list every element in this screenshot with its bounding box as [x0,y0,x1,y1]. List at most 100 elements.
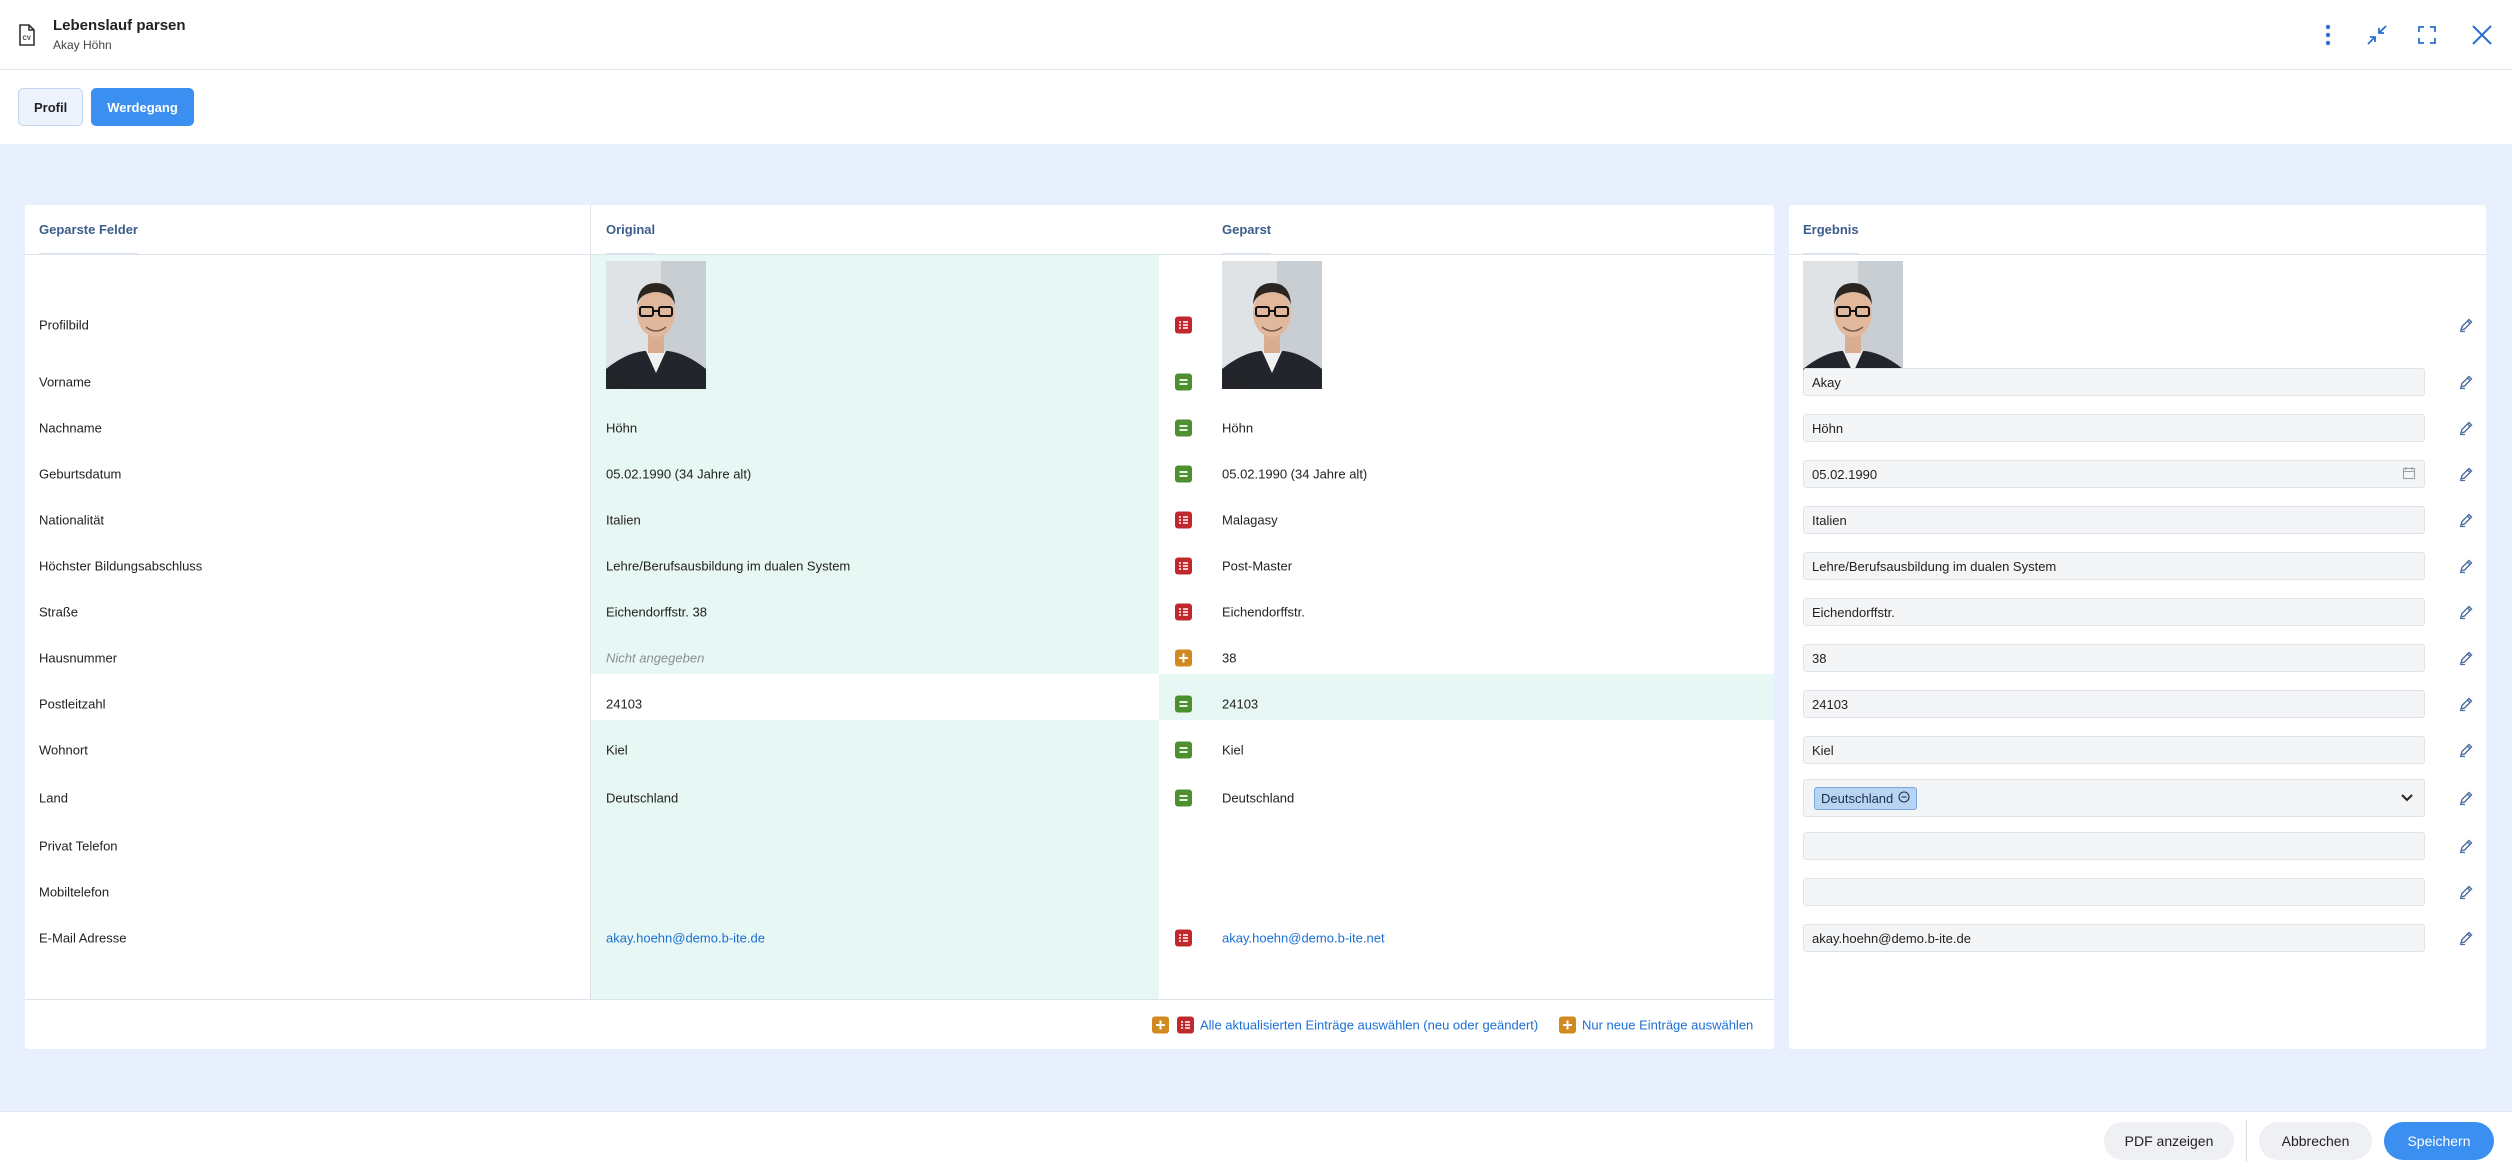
row-label: Wohnort [39,742,88,758]
result-input-value: Kiel [1812,742,1834,758]
row-label: E-Mail Adresse [39,930,127,946]
changed-badge[interactable] [1175,929,1192,947]
edit-icon[interactable] [2458,742,2474,758]
equal-badge[interactable] [1175,741,1192,759]
equal-icon [1179,795,1188,801]
result-panel: Ergebnis Akay Höhn 05.02.1990 Italien Lehre/… [1789,205,2486,1049]
list-changed-icon [1179,608,1188,616]
row-label: Nachname [39,420,102,436]
list-changed-icon [1179,562,1188,570]
header-divider [1789,254,2486,255]
close-icon [2472,25,2492,45]
collapse-icon [2367,25,2387,45]
select-new-link[interactable]: Nur neue Einträge auswählen [1582,1018,1753,1033]
parsed-value: 38 [1222,650,1237,666]
result-input[interactable]: Kiel [1803,736,2425,764]
parsed-value: 24103 [1222,696,1259,712]
edit-icon[interactable] [2458,930,2474,946]
edit-icon[interactable] [2458,466,2474,482]
new-badge[interactable] [1152,1016,1169,1034]
remove-circle-icon[interactable] [1898,790,1910,806]
edit-icon[interactable] [2458,650,2474,666]
result-input[interactable]: Italien [1803,506,2425,534]
more-options-button[interactable] [2313,20,2343,50]
result-input[interactable]: 38 [1803,644,2425,672]
edit-icon[interactable] [2458,317,2474,333]
original-value: Höhn [606,420,638,436]
parsed-profile-photo [1222,261,1322,389]
edit-icon[interactable] [2458,512,2474,528]
chevron-down-icon[interactable] [2400,791,2414,806]
result-input[interactable] [1803,878,2425,906]
date-input[interactable]: 05.02.1990 [1803,460,2425,488]
document-icon: CV [19,24,35,46]
result-input[interactable]: akay.hoehn@demo.b-ite.de [1803,924,2425,952]
row-label: Straße [39,604,79,620]
changed-badge[interactable] [1175,511,1192,529]
dialog-subtitle: Akay Höhn [53,38,112,52]
edit-icon[interactable] [2458,838,2474,854]
tab-werdegang[interactable]: Werdegang [91,88,194,126]
equal-icon [1179,425,1188,431]
equal-badge[interactable] [1175,789,1192,807]
result-input[interactable]: Lehre/Berufsausbildung im dualen System [1803,552,2425,580]
edit-icon[interactable] [2458,558,2474,574]
dialog-header: CV Lebenslauf parsen Akay Höhn [0,0,2512,70]
parsed-value: Höhn [1222,420,1254,436]
edit-icon[interactable] [2458,420,2474,436]
equal-icon [1179,747,1188,753]
close-button[interactable] [2467,20,2497,50]
select-updated-link[interactable]: Alle aktualisierten Einträge auswählen (… [1200,1018,1538,1033]
plus-icon [1179,653,1188,663]
result-input[interactable]: 24103 [1803,690,2425,718]
equal-badge[interactable] [1175,465,1192,483]
changed-badge[interactable] [1175,316,1192,334]
calendar-icon[interactable] [2402,466,2416,483]
dialog-title: Lebenslauf parsen [53,17,186,34]
dialog-footer: PDF anzeigen Abbrechen Speichern [0,1111,2512,1167]
row-label: Vorname [39,374,92,390]
changed-badge[interactable] [1177,1016,1194,1034]
result-input-value: Akay [1812,374,1841,390]
row-label: Nationalität [39,512,105,528]
column-header-fields: Geparste Felder [39,205,138,254]
save-button[interactable]: Speichern [2384,1122,2494,1160]
result-input[interactable]: Akay [1803,368,2425,396]
equal-badge[interactable] [1175,373,1192,391]
list-changed-icon [1181,1021,1190,1029]
original-value: Kiel [606,742,628,758]
chip-label: Deutschland [1821,790,1894,806]
original-band-bottom [591,720,1159,999]
parsed-value: Akay [1222,374,1251,390]
svg-text:CV: CV [23,36,31,42]
equal-badge[interactable] [1175,419,1192,437]
result-input[interactable]: Höhn [1803,414,2425,442]
equal-icon [1179,701,1188,707]
result-input[interactable]: Eichendorffstr. [1803,598,2425,626]
changed-badge[interactable] [1175,603,1192,621]
cancel-button[interactable]: Abbrechen [2259,1122,2372,1160]
edit-icon[interactable] [2458,604,2474,620]
country-select[interactable]: Deutschland [1803,779,2425,817]
edit-icon[interactable] [2458,790,2474,806]
new-only-badge[interactable] [1559,1016,1576,1034]
edit-icon[interactable] [2458,884,2474,900]
country-chip[interactable]: Deutschland [1814,786,1918,810]
fullscreen-button[interactable] [2412,20,2442,50]
parsed-value: Eichendorffstr. [1222,604,1305,620]
result-input-value: 05.02.1990 [1812,466,1878,482]
equal-icon [1179,471,1188,477]
show-pdf-button[interactable]: PDF anzeigen [2104,1122,2234,1160]
row-label: Privat Telefon [39,838,118,854]
result-input-value: Eichendorffstr. [1812,604,1895,620]
result-input[interactable] [1803,832,2425,860]
plus-icon [1563,1020,1572,1030]
tab-profil[interactable]: Profil [18,88,84,126]
edit-icon[interactable] [2458,374,2474,390]
equal-badge[interactable] [1175,695,1192,713]
new-badge[interactable] [1175,649,1192,667]
edit-icon[interactable] [2458,696,2474,712]
footer-separator [2246,1120,2247,1162]
changed-badge[interactable] [1175,557,1192,575]
minimize-button[interactable] [2362,20,2392,50]
